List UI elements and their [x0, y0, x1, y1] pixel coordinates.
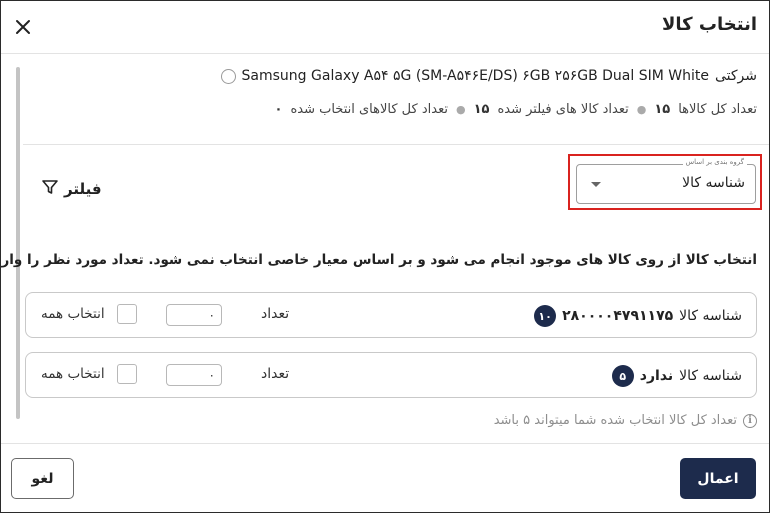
- apply-button[interactable]: اعمال: [680, 458, 756, 499]
- group-card: شناسه کالا ندارد ۵ تعداد ۰ انتخاب همه: [25, 352, 757, 398]
- cancel-button[interactable]: لغو: [11, 458, 74, 499]
- group-by-value: شناسه کالا: [682, 175, 745, 191]
- section-divider: [23, 144, 769, 145]
- group-info: شناسه کالا ندارد ۵: [611, 365, 742, 387]
- group-count-badge: ۱۰: [534, 305, 557, 327]
- group-label: شناسه کالا: [679, 308, 742, 324]
- product-name: Samsung Galaxy A۵۴ ۵G (SM-A۵۴۶E/DS) ۶GB …: [241, 68, 709, 84]
- filtered-count-label: تعداد کالا های فیلتر شده: [497, 102, 629, 117]
- info-row: i تعداد کل کالا انتخاب شده شما میتواند ۵…: [494, 413, 757, 428]
- funnel-icon: [41, 178, 59, 200]
- dialog-footer: لغو اعمال: [1, 443, 769, 512]
- filtered-count-value: ۱۵: [473, 102, 490, 117]
- group-label: شناسه کالا: [679, 368, 742, 384]
- quantity-input[interactable]: ۰: [166, 304, 222, 326]
- scrollbar[interactable]: [16, 67, 20, 419]
- quantity-input[interactable]: ۰: [166, 364, 222, 386]
- selected-count-value: ۰: [274, 102, 283, 117]
- selection-note: انتخاب کالا از روی کالا های موجود انجام …: [0, 252, 757, 268]
- stats-separator: ●: [636, 103, 647, 116]
- select-all-label[interactable]: انتخاب همه: [41, 366, 105, 382]
- product-brand: شرکتی: [714, 68, 757, 84]
- quantity-label: تعداد: [261, 306, 290, 322]
- total-count-value: ۱۵: [654, 102, 671, 117]
- group-by-select[interactable]: گروه بندی بر اساس شناسه کالا: [576, 158, 756, 204]
- dialog-title: انتخاب کالا: [662, 14, 757, 35]
- product-row: شرکتی Samsung Galaxy A۵۴ ۵G (SM-A۵۴۶E/DS…: [220, 66, 757, 86]
- close-icon[interactable]: [11, 15, 35, 39]
- group-count-badge: ۵: [611, 365, 634, 387]
- group-value: ندارد: [639, 368, 674, 384]
- filter-button[interactable]: فیلتر: [41, 178, 102, 200]
- select-all-checkbox[interactable]: [117, 364, 137, 384]
- selected-count-label: تعداد کل کالاهای انتخاب شده: [290, 102, 448, 117]
- product-radio[interactable]: [220, 68, 236, 84]
- dialog-header: انتخاب کالا: [1, 1, 769, 54]
- select-all-checkbox[interactable]: [117, 304, 137, 324]
- total-count-label: تعداد کل کالاها: [678, 102, 757, 117]
- group-info: شناسه کالا ۲۸۰۰۰۰۴۷۹۱۱۷۵ ۱۰: [534, 305, 742, 327]
- caret-down-icon: [591, 182, 601, 187]
- select-product-dialog: انتخاب کالا شرکتی Samsung Galaxy A۵۴ ۵G …: [0, 0, 770, 513]
- group-card: شناسه کالا ۲۸۰۰۰۰۴۷۹۱۱۷۵ ۱۰ تعداد ۰ انتخ…: [25, 292, 757, 338]
- group-by-legend: گروه بندی بر اساس: [682, 158, 747, 166]
- dialog-content: شرکتی Samsung Galaxy A۵۴ ۵G (SM-A۵۴۶E/DS…: [1, 54, 769, 442]
- product-stats: تعداد کل کالاها ۱۵ ● تعداد کالا های فیلت…: [275, 102, 757, 117]
- stats-separator: ●: [455, 103, 466, 116]
- quantity-label: تعداد: [261, 366, 290, 382]
- info-icon: i: [743, 413, 757, 428]
- select-all-label[interactable]: انتخاب همه: [41, 306, 105, 322]
- group-value: ۲۸۰۰۰۰۴۷۹۱۱۷۵: [562, 308, 674, 324]
- info-text: تعداد کل کالا انتخاب شده شما میتواند ۵ ب…: [493, 413, 737, 428]
- filter-label: فیلتر: [64, 180, 102, 198]
